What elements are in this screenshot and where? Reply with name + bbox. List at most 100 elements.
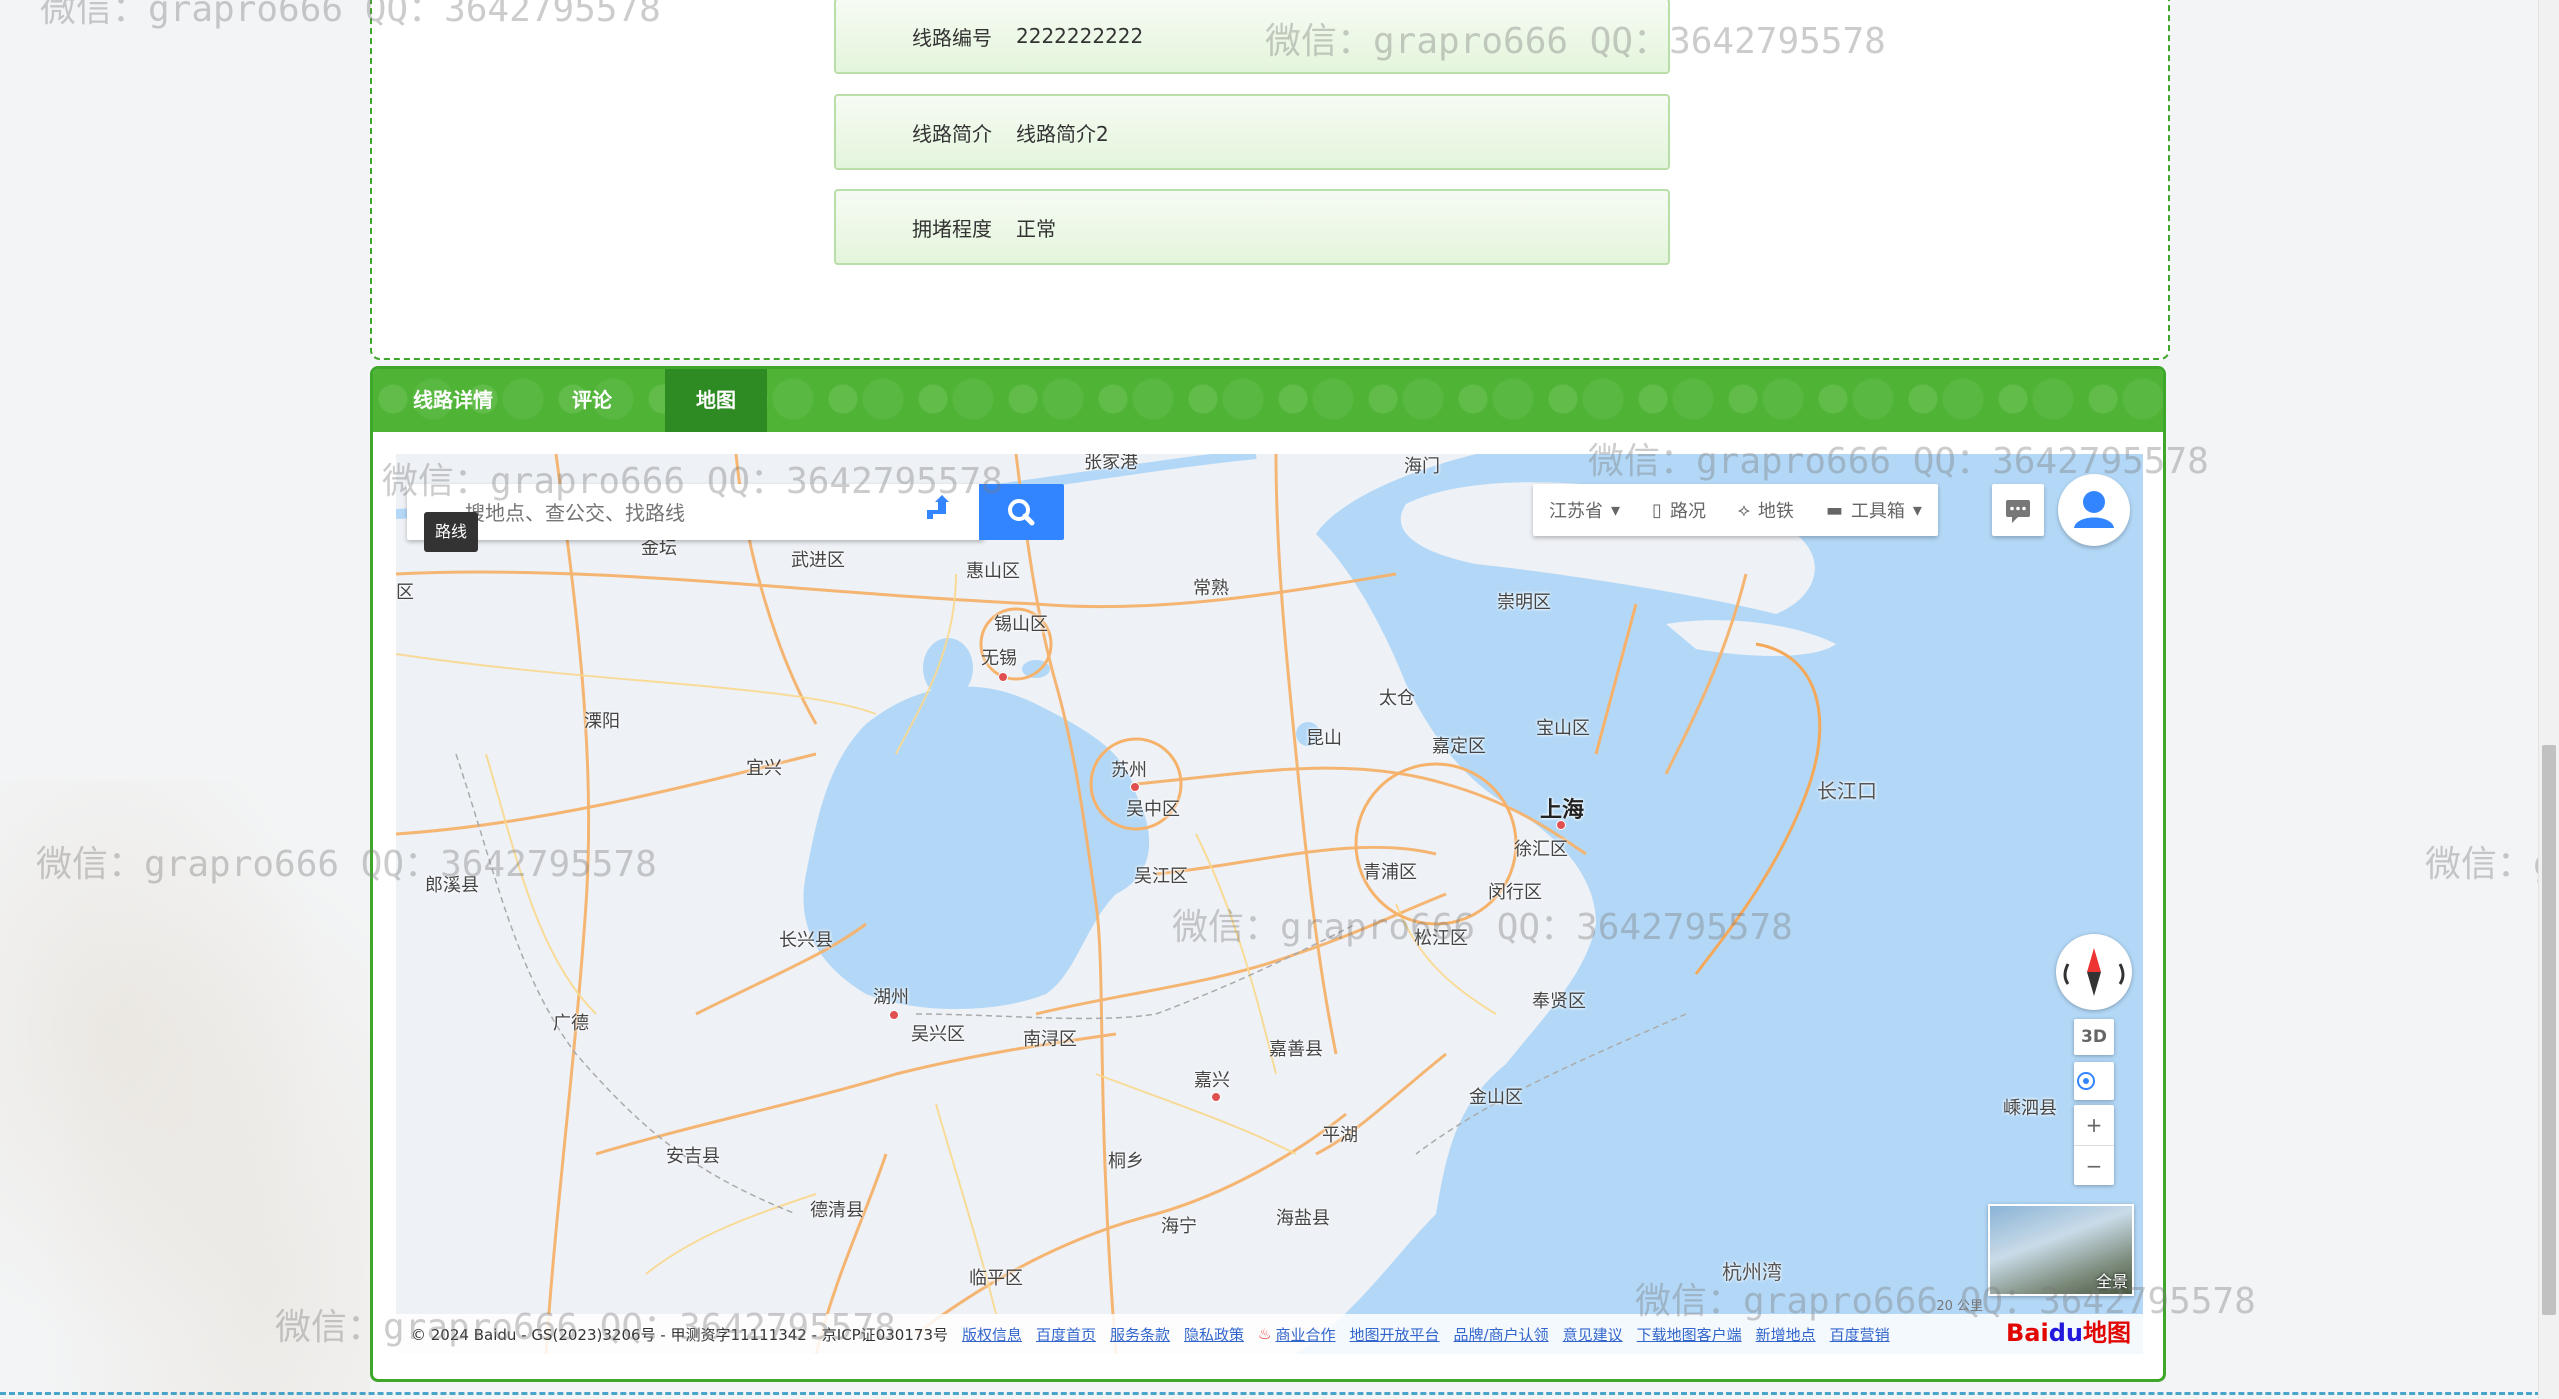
route-intro-label: 线路简介 <box>912 121 992 146</box>
city-dot-huzhou <box>889 1010 899 1020</box>
map-scale: 20 公里 <box>1936 1299 1983 1314</box>
map-label-xuhui: 徐汇区 <box>1514 839 1568 860</box>
map-label-langxi: 郎溪县 <box>425 875 479 896</box>
city-dot-suzhou <box>1130 782 1140 792</box>
footer-link-baidu-home[interactable]: 百度首页 <box>1036 1324 1096 1345</box>
user-avatar-button[interactable] <box>2058 474 2130 546</box>
search-icon <box>1008 499 1035 526</box>
map-label-wuxing: 吴兴区 <box>911 1024 965 1045</box>
footer-link-brand-claim[interactable]: 品牌/商户认领 <box>1454 1324 1549 1345</box>
map-label-edge: 区 <box>396 582 414 603</box>
tab-comments[interactable]: 评论 <box>533 369 651 432</box>
traffic-toggle[interactable]: ▯ 路况 <box>1636 497 1722 523</box>
map-label-haiyan: 海盐县 <box>1276 1208 1330 1229</box>
province-select[interactable]: 江苏省 ▾ <box>1533 497 1636 523</box>
route-tooltip: 路线 <box>424 512 479 552</box>
footer-link-feedback[interactable]: 意见建议 <box>1563 1324 1623 1345</box>
map-label-changxing: 长兴县 <box>779 930 833 951</box>
message-button[interactable] <box>1992 484 2044 536</box>
tab-route-detail[interactable]: 线路详情 <box>373 369 533 432</box>
footer-link-privacy[interactable]: 隐私政策 <box>1184 1324 1244 1345</box>
map-label-wuxi: 无锡 <box>981 648 1017 669</box>
map-label-guangde: 广德 <box>553 1013 589 1034</box>
toolbox-label: 工具箱 <box>1850 501 1905 522</box>
route-button[interactable] <box>922 492 962 532</box>
map-label-changjiangkou: 长江口 <box>1817 779 1877 803</box>
panorama-label: 全景 <box>2095 1272 2128 1291</box>
user-icon <box>2074 491 2114 528</box>
map-label-zhangjiagang: 张家港 <box>1084 454 1138 473</box>
zoom-control: + − <box>2074 1105 2114 1185</box>
map-label-qingpu: 青浦区 <box>1363 862 1417 883</box>
route-info-card: 线路编号 2222222222 线路简介 线路简介2 拥堵程度 正常 <box>370 0 2170 360</box>
map-label-wuzhong: 吴中区 <box>1126 799 1180 820</box>
toolbox-icon: ▬ <box>1825 499 1843 521</box>
panorama-thumbnail[interactable]: 全景 <box>1988 1204 2134 1296</box>
map-label-liyang: 溧阳 <box>584 711 620 732</box>
footer-link-terms[interactable]: 服务条款 <box>1110 1324 1170 1345</box>
toolbox-menu[interactable]: ▬ 工具箱 ▾ <box>1810 497 1938 523</box>
map-label-kunshan: 昆山 <box>1306 728 1342 749</box>
3d-button[interactable]: 3D <box>2074 1019 2114 1055</box>
city-dot-wuxi <box>998 672 1008 682</box>
background-decoration <box>0 780 370 1399</box>
map-label-hangzhouwan: 杭州湾 <box>1722 1260 1782 1284</box>
map-label-huishan: 惠山区 <box>966 561 1020 582</box>
map-label-tongxiang: 桐乡 <box>1108 1151 1144 1172</box>
locate-icon <box>2077 1072 2095 1090</box>
map-label-wujiang: 吴江区 <box>1134 866 1188 887</box>
map-label-songjiang: 松江区 <box>1414 928 1468 949</box>
map-label-xishan: 锡山区 <box>994 614 1048 635</box>
province-label: 江苏省 <box>1549 501 1603 522</box>
map-label-jiaxing: 嘉兴 <box>1194 1070 1230 1091</box>
footer-link-marketing[interactable]: 百度营销 <box>1830 1324 1890 1345</box>
map-search-box <box>407 484 1064 540</box>
footer-link-download-client[interactable]: 下载地图客户端 <box>1637 1324 1742 1345</box>
map-label-haining: 海宁 <box>1161 1216 1197 1237</box>
fire-icon: ♨ <box>1258 1325 1272 1343</box>
map-label-baoshan: 宝山区 <box>1536 718 1590 739</box>
zoom-in-button[interactable]: + <box>2074 1105 2114 1145</box>
map-label-changshu: 常熟 <box>1193 578 1229 599</box>
footer-link-open-platform[interactable]: 地图开放平台 <box>1350 1324 1440 1345</box>
route-number-value: 2222222222 <box>1016 24 1144 48</box>
map-label-nanxun: 南浔区 <box>1023 1029 1077 1050</box>
map-label-jiashan: 嘉善县 <box>1269 1039 1323 1060</box>
map-label-shengsi: 嵊泗县 <box>2003 1098 2057 1119</box>
route-intro-row: 线路简介 线路简介2 <box>834 94 1670 170</box>
map-toolbar: 江苏省 ▾ ▯ 路况 ⟡ 地铁 ▬ 工具箱 ▾ <box>1533 484 1938 536</box>
map-label-chongming: 崇明区 <box>1497 592 1551 613</box>
baidu-map[interactable]: 张家港 海门 金坛 武进区 惠山区 常熟 崇明区 锡山区 无锡 太仓 宝山区 溧… <box>396 454 2143 1354</box>
subway-label: 地铁 <box>1757 501 1794 522</box>
scrollbar-thumb[interactable] <box>2542 745 2556 1315</box>
footer-link-business[interactable]: 商业合作 <box>1276 1324 1336 1345</box>
map-label-haimen: 海门 <box>1404 456 1440 477</box>
map-search-button[interactable] <box>979 484 1064 540</box>
route-arrow-icon <box>927 495 949 519</box>
locate-button[interactable] <box>2074 1062 2114 1100</box>
map-search-input[interactable] <box>463 492 907 534</box>
page-scrollbar[interactable] <box>2538 0 2559 1399</box>
map-label-linping: 临平区 <box>969 1268 1023 1289</box>
compass-control[interactable] <box>2056 934 2132 1010</box>
subway-toggle[interactable]: ⟡ 地铁 <box>1722 497 1810 523</box>
route-intro-value: 线路简介2 <box>1016 121 1109 146</box>
footer-link-copyright[interactable]: 版权信息 <box>962 1324 1022 1345</box>
footer-link-add-place[interactable]: 新增地点 <box>1756 1324 1816 1345</box>
route-number-label: 线路编号 <box>912 25 992 50</box>
zoom-out-button[interactable]: − <box>2074 1145 2114 1186</box>
map-label-jinshan: 金山区 <box>1469 1087 1523 1108</box>
traffic-light-icon: ▯ <box>1652 499 1662 521</box>
congestion-row: 拥堵程度 正常 <box>834 189 1670 265</box>
route-number-row: 线路编号 2222222222 <box>834 0 1670 74</box>
city-dot-shanghai <box>1556 820 1566 830</box>
tab-map[interactable]: 地图 <box>665 369 767 432</box>
baidu-map-logo: Baidu地图 <box>2006 1319 2131 1347</box>
map-label-deqing: 德清县 <box>810 1200 864 1221</box>
map-label-jiading: 嘉定区 <box>1432 736 1486 757</box>
traffic-label: 路况 <box>1669 501 1706 522</box>
map-copyright-bar: © 2024 Baidu - GS(2023)3206号 - 甲测资字11111… <box>396 1314 2143 1354</box>
city-dot-jiaxing <box>1211 1092 1221 1102</box>
message-icon <box>2006 500 2030 523</box>
subway-icon: ⟡ <box>1737 499 1750 521</box>
